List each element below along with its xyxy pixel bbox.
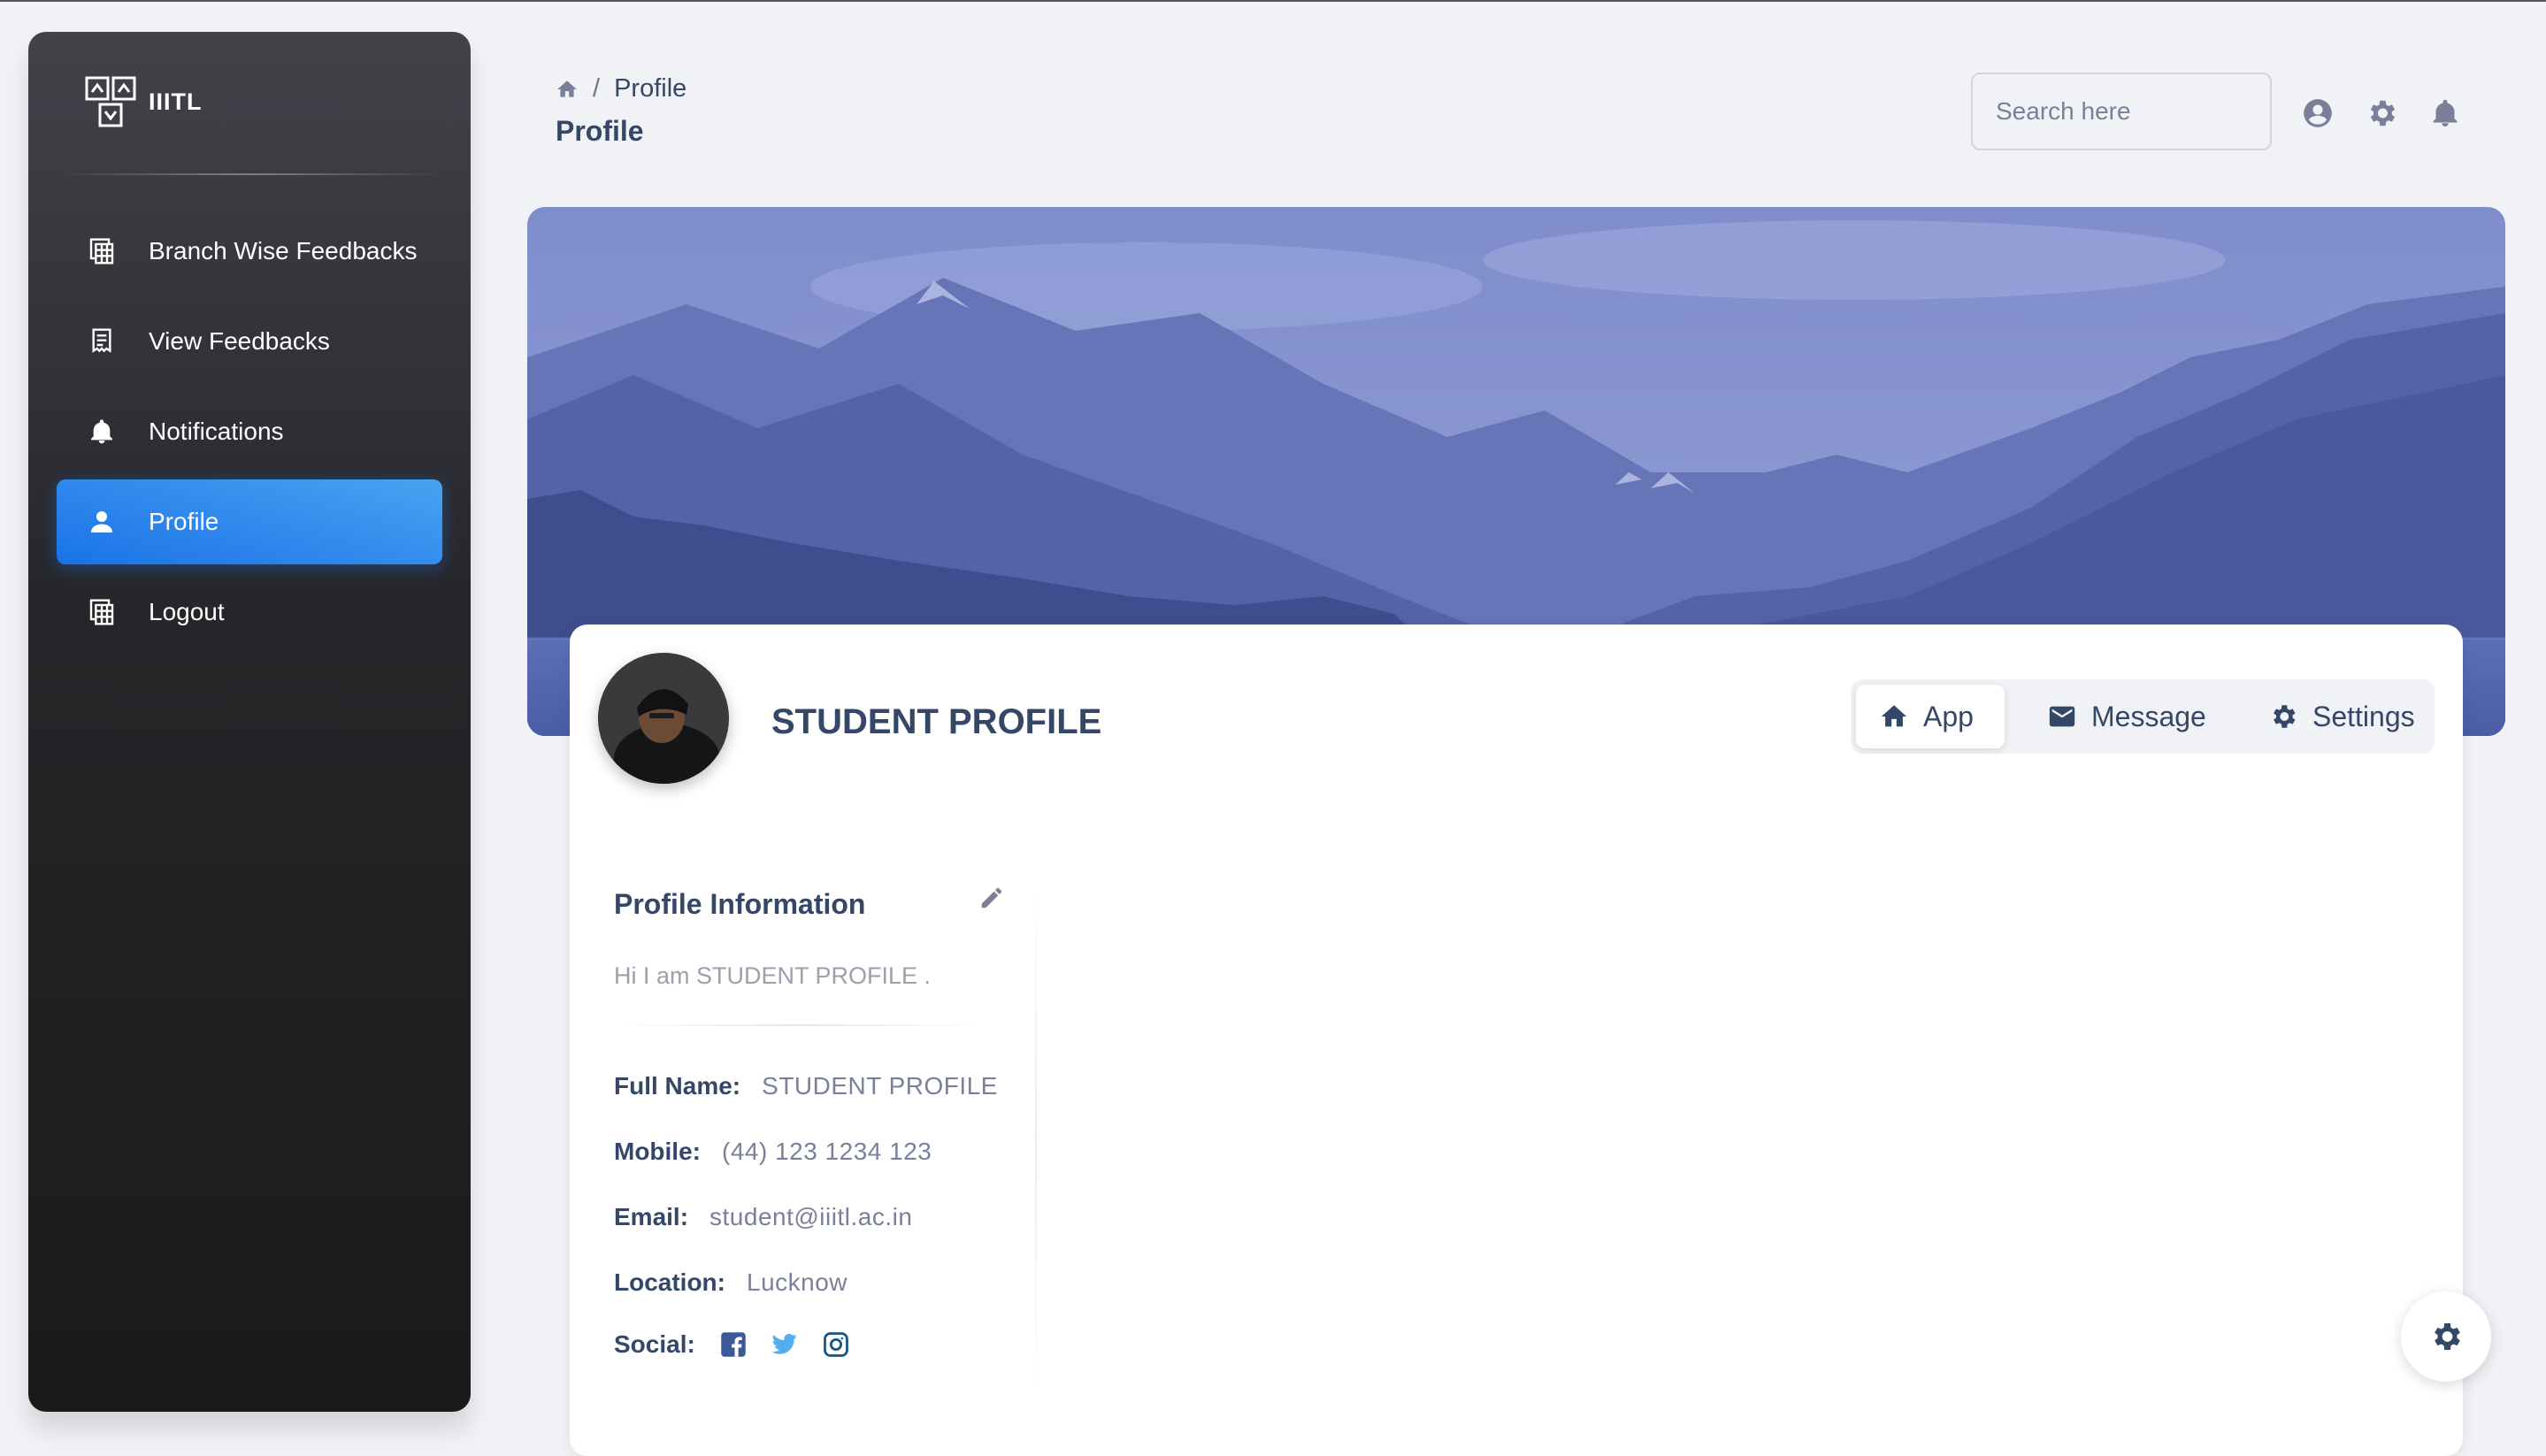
sidebar-item-branch-wise-feedbacks[interactable]: Branch Wise Feedbacks: [57, 209, 442, 294]
gear-icon[interactable]: [2364, 96, 2399, 131]
profile-information-title: Profile Information: [614, 888, 866, 920]
info-full-name: Full Name: STUDENT PROFILE: [614, 1072, 998, 1100]
tab-settings[interactable]: Settings: [2245, 685, 2431, 748]
instagram-icon[interactable]: [823, 1331, 849, 1358]
sidebar-item-label: Branch Wise Feedbacks: [149, 237, 418, 264]
vertical-divider: [1035, 881, 1037, 1394]
sidebar-item-label: View Feedbacks: [149, 327, 330, 355]
divider: [614, 1024, 985, 1026]
info-mobile: Mobile: (44) 123 1234 123: [614, 1138, 932, 1166]
email-icon: [2047, 701, 2077, 732]
info-value: (44) 123 1234 123: [722, 1138, 932, 1165]
search-input[interactable]: [1971, 73, 2272, 150]
tab-label: Settings: [2312, 700, 2415, 732]
account-circle-icon[interactable]: [2300, 96, 2335, 131]
info-value: Lucknow: [747, 1268, 848, 1296]
sidebar-item-profile[interactable]: Profile: [57, 479, 442, 564]
home-icon: [1879, 701, 1909, 732]
tab-app[interactable]: App: [1856, 685, 2005, 748]
table-icon: [87, 236, 117, 266]
profile-card: STUDENT PROFILE App Message Settings Pro…: [570, 625, 2463, 1456]
sidebar-item-label: Profile: [149, 508, 219, 535]
info-value: STUDENT PROFILE: [762, 1072, 998, 1100]
bell-icon[interactable]: [2427, 96, 2463, 131]
brand[interactable]: IIITL: [85, 76, 203, 127]
info-email: Email: student@iiitl.ac.in: [614, 1203, 912, 1231]
sidebar-item-label: Logout: [149, 598, 225, 625]
tab-label: App: [1923, 700, 1974, 732]
profile-tabs: App Message Settings: [1851, 679, 2435, 754]
profile-bio: Hi I am STUDENT PROFILE .: [614, 962, 932, 989]
sidebar-item-logout[interactable]: Logout: [57, 570, 442, 655]
person-icon: [87, 507, 117, 537]
edit-icon[interactable]: [978, 885, 1007, 913]
info-social: Social:: [614, 1330, 849, 1359]
profile-name: STUDENT PROFILE: [771, 702, 1102, 741]
tab-label: Message: [2091, 700, 2206, 732]
tab-message[interactable]: Message: [2024, 685, 2228, 748]
brand-logo-icon: [85, 76, 136, 127]
sidebar-nav: Branch Wise Feedbacks View Feedbacks Not…: [57, 209, 442, 660]
gear-icon: [2268, 701, 2298, 732]
info-location: Location: Lucknow: [614, 1268, 847, 1297]
info-label: Full Name:: [614, 1072, 741, 1100]
info-label: Location:: [614, 1268, 725, 1296]
brand-name: IIITL: [149, 88, 203, 115]
sidebar-item-label: Notifications: [149, 418, 284, 445]
breadcrumb: / Profile: [556, 74, 686, 103]
configurator-button[interactable]: [2401, 1291, 2491, 1382]
bell-icon: [87, 417, 117, 447]
gear-icon: [2428, 1319, 2464, 1354]
sidebar-item-view-feedbacks[interactable]: View Feedbacks: [57, 299, 442, 384]
sidebar: IIITL Branch Wise Feedbacks View Feedbac…: [28, 32, 471, 1412]
breadcrumb-current: Profile: [614, 74, 687, 103]
receipt-icon: [87, 326, 117, 356]
sidebar-divider: [57, 173, 442, 175]
home-icon[interactable]: [556, 78, 579, 101]
twitter-icon[interactable]: [771, 1331, 798, 1358]
facebook-icon[interactable]: [720, 1331, 747, 1358]
info-value: student@iiitl.ac.in: [709, 1203, 913, 1230]
table-icon: [87, 597, 117, 627]
info-label: Email:: [614, 1203, 689, 1230]
avatar[interactable]: [598, 653, 729, 784]
sidebar-item-notifications[interactable]: Notifications: [57, 389, 442, 474]
breadcrumb-separator: /: [593, 74, 601, 103]
info-label: Social:: [614, 1330, 695, 1358]
page-title: Profile: [556, 115, 644, 147]
info-label: Mobile:: [614, 1138, 701, 1165]
